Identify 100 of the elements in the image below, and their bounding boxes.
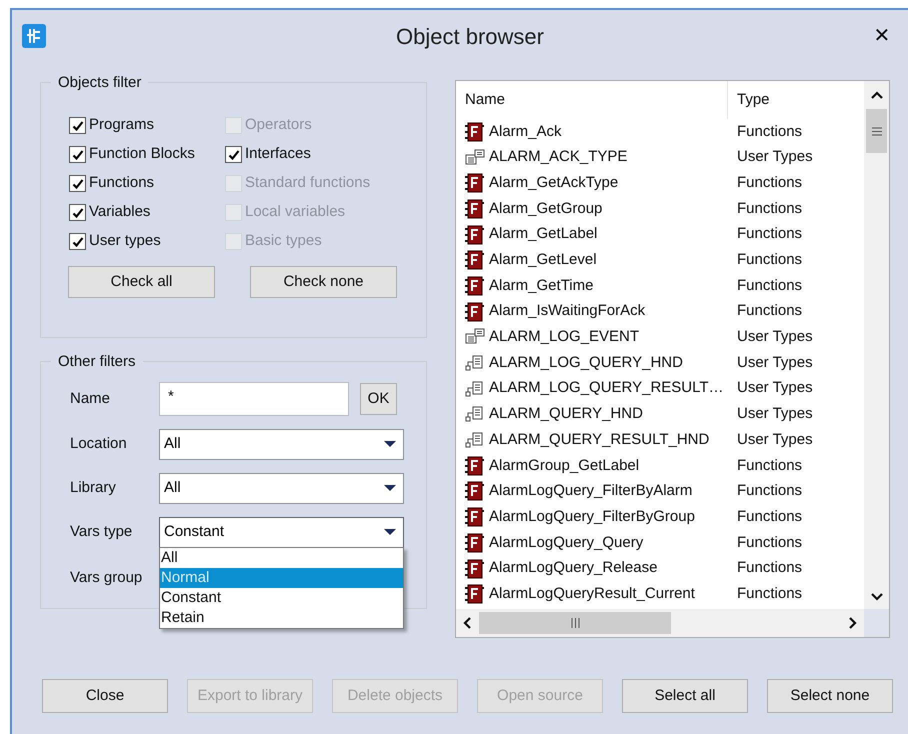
checkmark-icon [72,236,84,248]
object-name[interactable]: Alarm_GetAckType [489,172,618,194]
name-input[interactable]: * [159,382,349,416]
object-type: Functions [736,558,802,578]
object-name[interactable]: AlarmLogQuery_Query [489,532,644,554]
struct-icon [465,148,485,167]
checkbox-label: Standard functions [245,173,370,194]
checkbox[interactable] [69,204,86,221]
checkmark-icon [72,148,84,160]
object-name[interactable]: Alarm_GetLevel [489,249,597,272]
function-icon [465,507,485,528]
checkbox[interactable] [69,175,86,192]
dialog-button[interactable]: Select none [767,679,893,713]
function-icon [465,302,485,322]
object-name[interactable]: Alarm_IsWaitingForAck [489,300,646,323]
checkbox-label: Basic types [245,231,322,252]
scroll-thumb[interactable] [866,109,887,153]
object-name[interactable]: AlarmLogQueryResult_Current [489,582,695,606]
dropdown-arrow-icon [384,484,396,492]
object-name[interactable]: Alarm_Ack [489,120,562,144]
field-label: Name [70,388,112,409]
scroll-right-icon[interactable] [849,617,857,629]
checkbox-label: Local variables [245,202,346,222]
object-name[interactable]: ALARM_QUERY_HND [489,403,643,426]
object-name[interactable]: ALARM_LOG_QUERY_RESULT… [489,377,724,400]
dropdown-option[interactable]: Retain [160,608,403,628]
column-header[interactable]: Name [456,81,728,119]
object-name[interactable]: ALARM_LOG_EVENT [489,326,640,349]
check-all-button[interactable]: Check all [68,266,215,298]
object-type: User Types [736,430,813,450]
checkbox-label: Programs [89,115,154,136]
field-label: Vars group [70,568,144,588]
object-type: Functions [736,481,802,502]
object-type: Functions [736,532,802,553]
checkmark-icon [72,206,84,218]
dropdown-option[interactable]: All [160,548,403,568]
dropdown-option[interactable]: Constant [160,588,403,608]
object-type: Functions [736,250,802,270]
scrollbar-corner [864,609,889,637]
object-type: User Types [736,147,813,168]
handle-icon [465,380,485,398]
scroll-down-icon[interactable] [870,593,882,601]
checkbox[interactable] [69,117,86,134]
field-label: Location [70,434,128,454]
function-icon [465,250,485,270]
object-type: Functions [736,224,802,244]
horizontal-scrollbar[interactable] [456,609,864,637]
object-name[interactable]: Alarm_GetGroup [489,198,602,220]
object-type: User Types [736,352,813,373]
dropdown[interactable]: All [159,428,404,460]
function-icon [465,456,485,476]
object-name[interactable]: Alarm_GetTime [489,274,594,298]
checkbox-label: Interfaces [245,144,311,164]
dropdown-arrow-icon [384,528,396,536]
object-type: User Types [736,404,813,424]
handle-icon [465,354,485,372]
dialog-button[interactable]: Close [42,679,168,713]
scroll-left-icon[interactable] [463,617,471,629]
check-none-button[interactable]: Check none [250,266,397,298]
checkbox-label: User types [89,231,161,252]
function-icon [465,198,485,219]
close-button[interactable]: ✕ [870,21,894,51]
checkbox[interactable] [225,146,242,163]
checkbox-label: Functions [89,173,154,194]
column-header[interactable]: Type [728,88,770,112]
object-name[interactable]: Alarm_GetLabel [489,223,598,246]
checkmark-icon [228,148,240,160]
vertical-scrollbar[interactable] [864,81,889,609]
object-type: User Types [736,327,813,348]
object-name[interactable]: AlarmLogQuery_Release [489,557,658,580]
field-label: Library [70,478,117,498]
struct-icon [465,328,485,346]
checkmark-icon [72,178,84,190]
function-icon [465,224,485,245]
object-type: Functions [736,506,802,527]
object-name[interactable]: ALARM_LOG_QUERY_HND [489,352,683,374]
object-type: User Types [736,378,813,398]
object-name[interactable]: AlarmGroup_GetLabel [489,454,640,478]
object-name[interactable]: ALARM_QUERY_RESULT_HND [489,428,710,452]
scroll-up-icon[interactable] [870,91,882,99]
object-name[interactable]: ALARM_ACK_TYPE [489,146,628,169]
checkmark-icon [72,120,84,132]
scroll-thumb[interactable] [479,612,671,634]
object-name[interactable]: AlarmLogQuery_FilterByAlarm [489,480,692,503]
function-icon [465,584,485,604]
checkbox[interactable] [69,233,86,250]
object-type: Functions [736,122,802,142]
object-name[interactable]: AlarmLogQuery_FilterByGroup [489,506,695,528]
function-icon [465,532,485,553]
handle-icon [465,431,485,450]
app-logo-icon [22,24,46,48]
object-type: Functions [736,198,802,219]
function-icon [465,173,485,194]
dialog-button[interactable]: Select all [622,679,748,713]
dropdown[interactable]: Constant [159,516,404,548]
object-type: Functions [736,584,802,604]
checkbox[interactable] [69,146,86,163]
ok-button[interactable]: OK [360,383,397,415]
checkbox-label: Function Blocks [89,144,195,164]
dropdown[interactable]: All [159,472,404,504]
